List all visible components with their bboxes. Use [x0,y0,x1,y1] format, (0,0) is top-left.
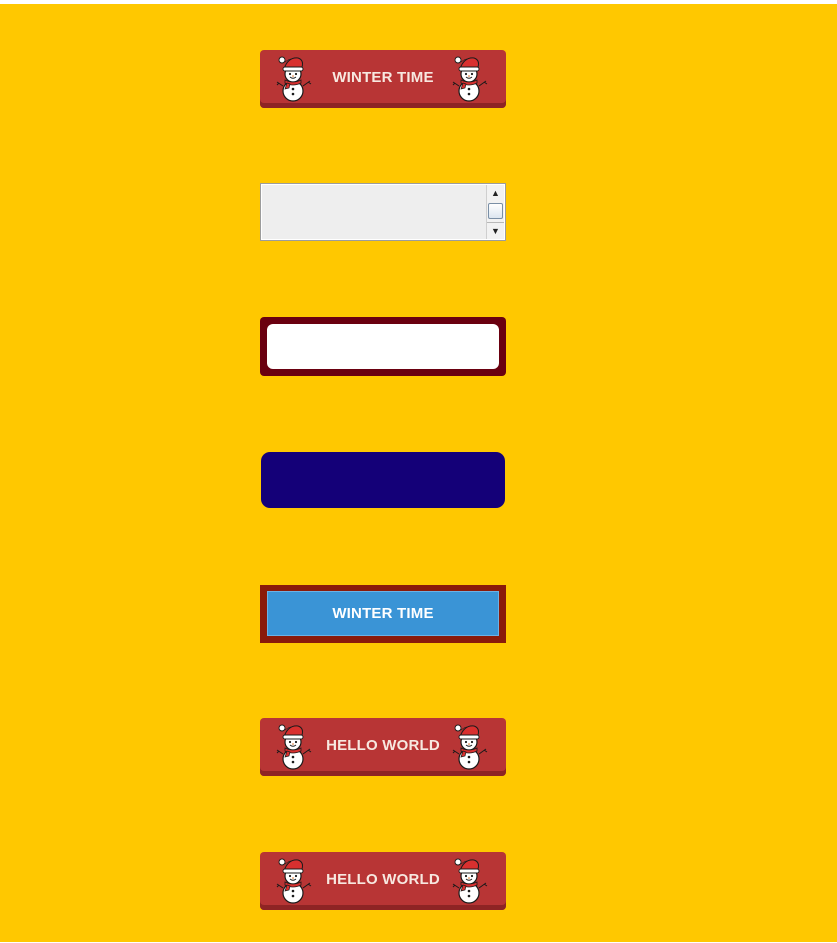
navy-text-field[interactable] [261,452,505,508]
text-area-input[interactable] [262,185,486,239]
arrow-down-icon[interactable]: ▼ [487,222,504,239]
blue-button-frame: WINTER TIME [260,585,506,643]
text-area[interactable]: ▲ ▼ [260,183,506,241]
hello-world-button-2[interactable]: HELLO WORLD [260,852,506,910]
framed-text-field [260,317,506,376]
winter-time-button-label: WINTER TIME [332,69,434,86]
app-background: WINTER TIME ▲ ▼ WINTER TIME HELLO WORLD … [0,4,837,942]
hello-world-button[interactable]: HELLO WORLD [260,718,506,776]
hello-world-button-2-label: HELLO WORLD [326,871,440,888]
snowman-icon [452,855,490,905]
hello-world-button-label: HELLO WORLD [326,737,440,754]
arrow-up-icon[interactable]: ▲ [487,185,504,201]
snowman-icon [276,53,314,103]
winter-time-button[interactable]: WINTER TIME [260,50,506,108]
framed-text-input[interactable] [267,324,499,369]
winter-time-blue-button-label: WINTER TIME [332,605,434,622]
snowman-icon [452,53,490,103]
snowman-icon [452,721,490,771]
scrollbar-thumb[interactable] [488,203,503,219]
snowman-icon [276,855,314,905]
snowman-icon [276,721,314,771]
winter-time-blue-button[interactable]: WINTER TIME [267,591,499,636]
vertical-scrollbar[interactable]: ▲ ▼ [486,185,504,239]
